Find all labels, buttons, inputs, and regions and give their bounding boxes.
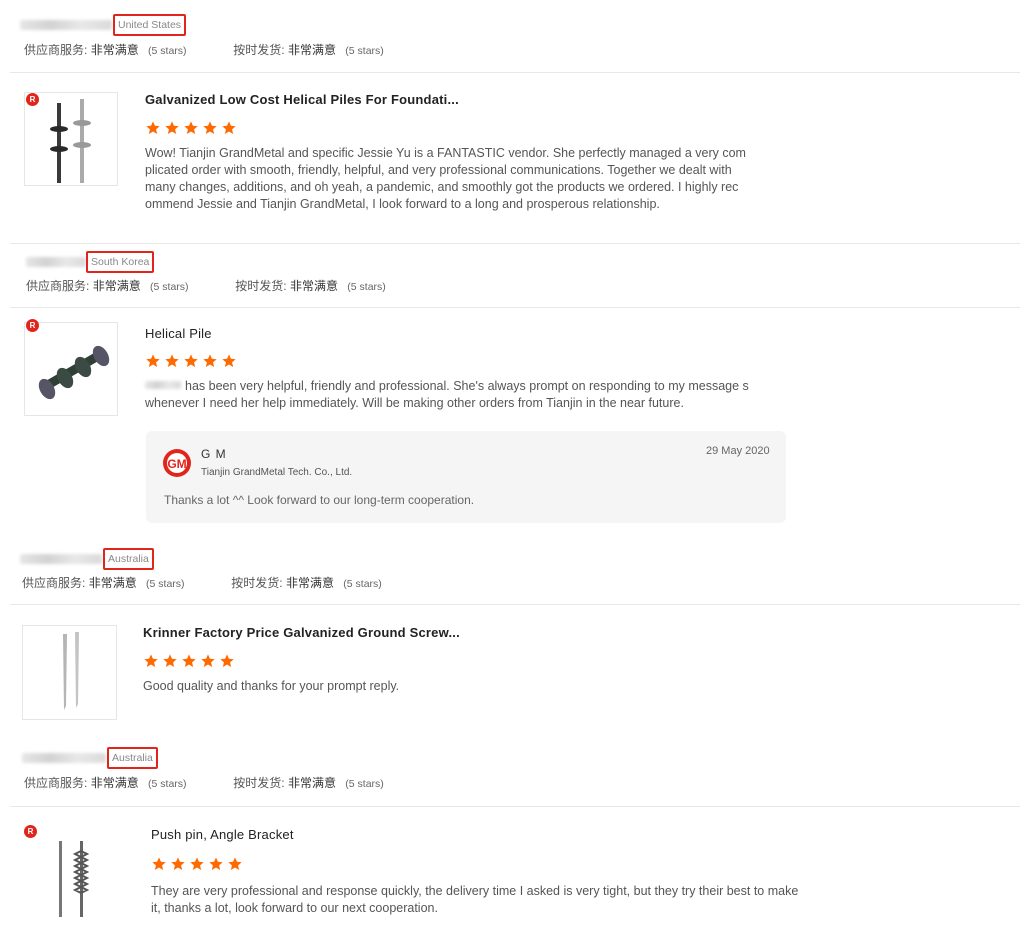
on-time-label: 按时发货: (235, 279, 287, 293)
star-rating (143, 653, 235, 669)
reviewer-name-blurred (20, 554, 102, 564)
star-icon (184, 354, 198, 367)
product-title[interactable]: Galvanized Low Cost Helical Piles For Fo… (145, 92, 459, 107)
on-time-stars: (5 stars) (345, 45, 384, 57)
star-icon (144, 654, 158, 667)
product-thumbnail[interactable] (24, 92, 118, 186)
on-time-label: 按时发货: (233, 776, 285, 790)
supplier-service-label: 供应商服务: (26, 279, 90, 293)
star-icon (220, 654, 234, 667)
star-icon (165, 121, 179, 134)
divider (10, 307, 1020, 308)
reply-text: Thanks a lot ^^ Look forward to our long… (164, 493, 475, 507)
supplier-ratings: 供应商服务: 非常满意 (5 stars) 按时发货: 非常满意 (5 star… (24, 774, 384, 791)
supplier-service-value: 非常满意 (90, 43, 139, 57)
on-time-value: 非常满意 (287, 776, 336, 790)
reviewer-name-blurred (26, 257, 86, 267)
supplier-service-stars: (5 stars) (146, 578, 185, 590)
verified-badge-icon: R (26, 93, 39, 106)
star-icon (152, 857, 166, 870)
supplier-service-label: 供应商服务: (22, 576, 86, 590)
reply-author: G M (201, 447, 227, 461)
divider (10, 243, 1020, 244)
reply-company: Tianjin GrandMetal Tech. Co., Ltd. (201, 467, 353, 478)
star-icon (146, 354, 160, 367)
supplier-service-stars: (5 stars) (148, 45, 187, 57)
star-icon (222, 354, 236, 367)
review-text: Wow! Tianjin GrandMetal and specific Jes… (145, 146, 746, 211)
star-icon (203, 354, 217, 367)
supplier-service-value: 非常满意 (90, 776, 139, 790)
star-rating (151, 856, 243, 872)
star-icon (171, 857, 185, 870)
review-text: Good quality and thanks for your prompt … (143, 679, 400, 693)
star-icon (163, 654, 177, 667)
on-time-value: 非常满意 (285, 576, 334, 590)
star-rating (145, 120, 237, 136)
reviewer-name-blurred (22, 753, 106, 763)
on-time-value: 非常满意 (287, 43, 336, 57)
supplier-ratings: 供应商服务: 非常满意 (5 stars) 按时发货: 非常满意 (5 star… (26, 277, 386, 294)
verified-badge-icon: R (26, 319, 39, 332)
star-icon (184, 121, 198, 134)
star-icon (182, 654, 196, 667)
product-title[interactable]: Helical Pile (145, 326, 212, 341)
star-icon (222, 121, 236, 134)
star-icon (165, 354, 179, 367)
verified-badge-icon: R (24, 825, 37, 838)
star-rating (145, 353, 237, 369)
supplier-logo-icon: GM (163, 449, 191, 477)
reviewer-country: United States (113, 14, 187, 36)
product-thumbnail[interactable] (24, 322, 118, 416)
on-time-stars: (5 stars) (343, 578, 382, 590)
star-icon (209, 857, 223, 870)
review-text: They are very professional and response … (151, 884, 799, 915)
product-thumbnail[interactable] (24, 826, 120, 922)
star-icon (146, 121, 160, 134)
supplier-service-value: 非常满意 (88, 576, 137, 590)
on-time-stars: (5 stars) (347, 281, 386, 293)
supplier-service-label: 供应商服务: (24, 776, 88, 790)
product-title[interactable]: Push pin, Angle Bracket (151, 827, 294, 842)
star-icon (190, 857, 204, 870)
reply-date: 29 May 2020 (706, 445, 770, 457)
svg-text:GM: GM (167, 457, 186, 471)
supplier-ratings: 供应商服务: 非常满意 (5 stars) 按时发货: 非常满意 (5 star… (22, 574, 382, 591)
reviewer-country: Australia (103, 548, 154, 570)
product-title[interactable]: Krinner Factory Price Galvanized Ground … (143, 625, 460, 640)
product-thumbnail[interactable] (22, 625, 117, 720)
reviewer-country: Australia (107, 747, 158, 769)
supplier-service-label: 供应商服务: (24, 43, 88, 57)
divider (10, 806, 1020, 807)
on-time-label: 按时发货: (231, 576, 283, 590)
supplier-ratings: 供应商服务: 非常满意 (5 stars) 按时发货: 非常满意 (5 star… (24, 41, 384, 58)
supplier-reply-box: GM G M Tianjin GrandMetal Tech. Co., Ltd… (146, 431, 786, 523)
review-text: has been very helpful, friendly and prof… (145, 379, 749, 410)
supplier-service-stars: (5 stars) (148, 778, 187, 790)
star-icon (201, 654, 215, 667)
supplier-service-value: 非常满意 (92, 279, 141, 293)
divider (10, 604, 1020, 605)
reviewer-country: South Korea (86, 251, 155, 273)
divider (10, 72, 1020, 73)
on-time-label: 按时发货: (233, 43, 285, 57)
star-icon (228, 857, 242, 870)
on-time-stars: (5 stars) (345, 778, 384, 790)
supplier-service-stars: (5 stars) (150, 281, 189, 293)
on-time-value: 非常满意 (289, 279, 338, 293)
reviewer-name-blurred (20, 20, 112, 30)
star-icon (203, 121, 217, 134)
